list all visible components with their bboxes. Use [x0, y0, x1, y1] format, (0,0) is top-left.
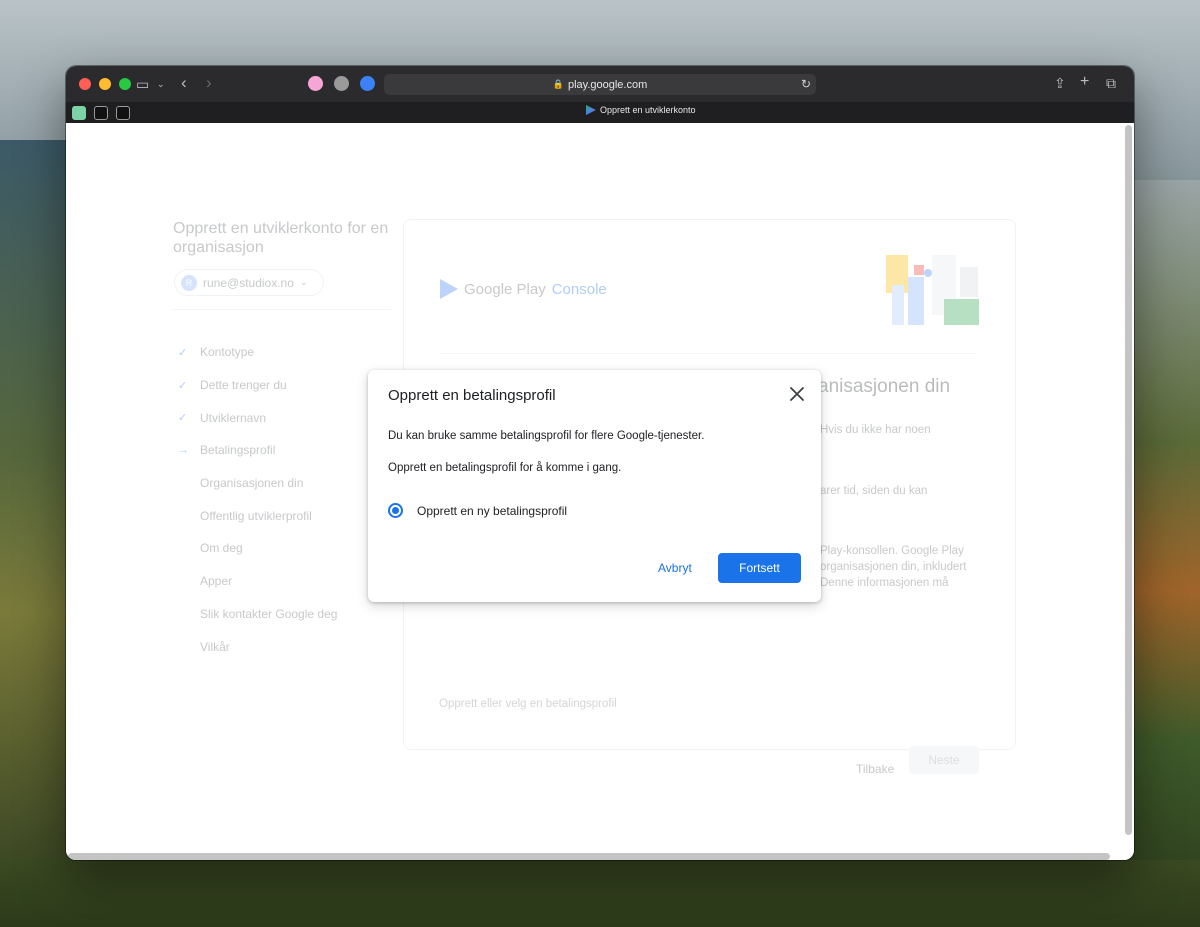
- step-item[interactable]: ✓ Kontotype: [178, 336, 337, 369]
- tab-title: Opprett en utviklerkonto: [600, 105, 696, 115]
- step-label: Apper: [200, 574, 233, 589]
- step-item: Organisasjonen din: [178, 467, 337, 500]
- check-icon: ✓: [178, 379, 188, 392]
- step-item-current[interactable]: → Betalingsprofil: [178, 434, 337, 467]
- sidebar-toggle-icon[interactable]: ▭: [136, 76, 149, 92]
- tab-overview-icon[interactable]: ⧉: [1106, 75, 1116, 91]
- step-item: Slik kontakter Google deg: [178, 598, 337, 631]
- next-button[interactable]: Neste: [909, 746, 979, 774]
- body-text: Hvis du ikke har noen: [820, 424, 931, 436]
- active-tab[interactable]: Opprett en utviklerkonto: [586, 105, 696, 115]
- account-email: rune@studiox.no: [203, 275, 294, 290]
- radio-button-selected[interactable]: [388, 503, 403, 518]
- pinned-tab-terminal[interactable]: [116, 105, 130, 120]
- body-text: arer tid, siden du kan: [820, 485, 928, 497]
- close-window-button[interactable]: [79, 78, 91, 90]
- main-heading: anisasjonen din: [818, 376, 951, 397]
- step-item: Apper: [178, 565, 337, 598]
- body-text: organisasjonen din, inkludert: [820, 561, 967, 573]
- body-text: Denne informasjonen må: [820, 577, 949, 589]
- step-label: Offentlig utviklerprofil: [200, 508, 312, 523]
- step-label: Slik kontakter Google deg: [200, 606, 338, 621]
- step-item: Vilkår: [178, 630, 337, 663]
- grammarly-icon[interactable]: [334, 76, 349, 91]
- new-payment-profile-option[interactable]: Opprett en ny betalingsprofil: [388, 503, 567, 518]
- dialog-instruction: Opprett en betalingsprofil for å komme i…: [388, 462, 622, 474]
- desktop-wallpaper-bottom: [0, 860, 1200, 927]
- chevron-down-icon[interactable]: ⌄: [157, 76, 165, 92]
- step-label: Om deg: [200, 541, 243, 556]
- main-divider: [439, 353, 977, 354]
- reload-icon[interactable]: ↻: [801, 77, 811, 91]
- step-label: Utviklernavn: [200, 410, 267, 425]
- new-tab-icon[interactable]: +: [1080, 74, 1089, 90]
- check-icon: ✓: [178, 412, 188, 425]
- account-switcher[interactable]: R rune@studiox.no ⌄: [174, 269, 324, 296]
- close-icon[interactable]: [787, 384, 807, 404]
- step-label: Betalingsprofil: [200, 443, 276, 458]
- step-item[interactable]: ✓ Dette trenger du: [178, 369, 337, 402]
- tab-bar: Opprett en utviklerkonto: [66, 102, 1134, 123]
- pinned-tabs: [72, 105, 130, 120]
- continue-button[interactable]: Fortsett: [718, 553, 801, 583]
- forward-arrow-icon[interactable]: ›: [206, 74, 212, 91]
- step-label: Vilkår: [200, 639, 230, 654]
- vertical-scrollbar[interactable]: [1125, 125, 1132, 835]
- body-text: Play-konsollen. Google Play: [820, 545, 964, 557]
- payment-profile-link[interactable]: Opprett eller velg en betalingsprofil: [439, 698, 617, 710]
- step-label: Kontotype: [200, 345, 255, 360]
- payment-profile-dialog: Opprett en betalingsprofil Du kan bruke …: [368, 370, 821, 602]
- zoom-window-button[interactable]: [119, 78, 131, 90]
- dialog-description: Du kan bruke samme betalingsprofil for f…: [388, 430, 705, 442]
- option-label: Opprett en ny betalingsprofil: [417, 503, 568, 518]
- back-arrow-icon[interactable]: ‹: [181, 74, 187, 91]
- url-text: play.google.com: [567, 78, 648, 91]
- google-play-favicon-icon: [586, 105, 596, 115]
- step-label: Organisasjonen din: [200, 476, 304, 491]
- arrow-right-icon: →: [178, 444, 189, 457]
- avatar: R: [181, 274, 197, 291]
- google-play-console-logo: Google Play Console: [440, 279, 607, 299]
- google-play-logo-icon: [440, 279, 458, 299]
- browser-window: ▭ ⌄ ‹ › 🔒 play.google.com ↻ ⇪ + ⧉ Oppret…: [66, 66, 1134, 860]
- share-icon[interactable]: ⇪: [1054, 75, 1066, 91]
- step-item[interactable]: ✓ Utviklernavn: [178, 401, 337, 434]
- dialog-title: Opprett en betalingsprofil: [388, 387, 556, 404]
- cancel-button[interactable]: Avbryt: [652, 553, 698, 583]
- chevron-down-icon: ⌄: [299, 277, 308, 287]
- extension-icon[interactable]: [308, 76, 323, 91]
- step-list: ✓ Kontotype ✓ Dette trenger du ✓ Utviklerna…: [178, 336, 337, 663]
- shield-icon[interactable]: [360, 76, 375, 91]
- logo-console-text: Console: [551, 280, 607, 298]
- illustration-icon: [886, 255, 979, 325]
- step-label: Dette trenger du: [200, 378, 287, 393]
- lock-icon: 🔒: [552, 79, 564, 89]
- sidebar-divider: [173, 309, 391, 310]
- sidebar-title: Opprett en utviklerkonto for en organisa…: [173, 220, 389, 256]
- back-button[interactable]: Tilbake: [856, 762, 894, 776]
- step-item: Offentlig utviklerprofil: [178, 499, 337, 532]
- pinned-tab-chatgpt[interactable]: [72, 105, 86, 120]
- minimize-window-button[interactable]: [99, 78, 111, 90]
- check-icon: ✓: [178, 346, 188, 359]
- horizontal-scrollbar[interactable]: [68, 853, 1110, 860]
- step-item: Om deg: [178, 532, 337, 565]
- address-bar[interactable]: 🔒 play.google.com ↻: [384, 74, 816, 95]
- page-content: Opprett en utviklerkonto for en organisa…: [66, 123, 1134, 860]
- browser-toolbar: ▭ ⌄ ‹ › 🔒 play.google.com ↻ ⇪ + ⧉: [66, 66, 1134, 102]
- pinned-tab-notion[interactable]: [94, 105, 108, 120]
- window-controls: [79, 78, 131, 90]
- logo-text: Google Play: [464, 280, 546, 298]
